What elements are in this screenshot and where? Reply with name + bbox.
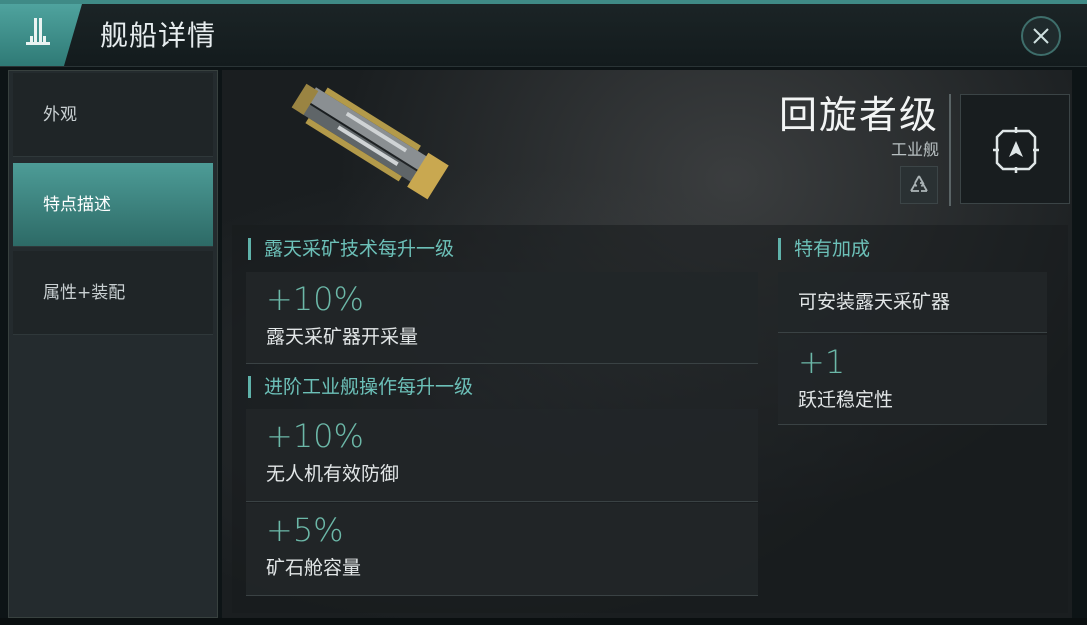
bonus-desc: 无人机有效防御 bbox=[266, 463, 400, 485]
section-title: 特有加成 bbox=[778, 238, 870, 260]
sidebar-item-label: 特点描述 bbox=[43, 195, 111, 215]
bonus-value: +1 bbox=[798, 343, 846, 381]
bonus-desc: 可安装露天采矿器 bbox=[798, 291, 951, 313]
bonus-desc: 露天采矿器开采量 bbox=[266, 326, 419, 348]
bonus-value: +10% bbox=[266, 280, 364, 318]
ship-class-icon bbox=[0, 4, 82, 66]
sidebar: 外观 特点描述 属性+装配 bbox=[8, 70, 218, 618]
bonus-desc: 矿石舱容量 bbox=[266, 557, 362, 579]
recycle-button[interactable] bbox=[900, 166, 938, 204]
bonus-card: +10% 无人机有效防御 bbox=[246, 409, 758, 502]
target-button[interactable] bbox=[960, 94, 1070, 204]
bonus-value: +5% bbox=[266, 511, 344, 549]
window-title: 舰船详情 bbox=[100, 19, 217, 52]
ship-hero: 回旋者级 工业舰 bbox=[222, 70, 1072, 225]
close-icon bbox=[1033, 28, 1049, 44]
close-button[interactable] bbox=[1021, 16, 1061, 56]
bonus-desc: 跃迁稳定性 bbox=[798, 389, 894, 411]
recycle-icon bbox=[910, 175, 928, 192]
ship-name: 回旋者级 bbox=[778, 93, 939, 137]
section-title: 露天采矿技术每升一级 bbox=[248, 238, 454, 260]
bonus-card: +1 跃迁稳定性 bbox=[778, 335, 1047, 425]
bonus-card: 可安装露天采矿器 bbox=[778, 272, 1047, 333]
ship-image bbox=[291, 83, 449, 200]
bonus-value: +10% bbox=[266, 417, 364, 455]
window-header: 舰船详情 bbox=[0, 4, 1087, 67]
main-panel: 回旋者级 工业舰 露天采矿技术每升一级 +10% 露天采矿器开采量 进阶工业舰操… bbox=[222, 70, 1072, 618]
target-icon bbox=[993, 127, 1039, 173]
divider bbox=[949, 94, 951, 206]
bonus-card: +5% 矿石舱容量 bbox=[246, 503, 758, 596]
section-title: 进阶工业舰操作每升一级 bbox=[248, 376, 473, 398]
sidebar-item-features[interactable]: 特点描述 bbox=[13, 163, 213, 247]
sidebar-item-appearance[interactable]: 外观 bbox=[13, 73, 213, 157]
bottom-bar bbox=[0, 618, 1087, 625]
bonus-content: 露天采矿技术每升一级 +10% 露天采矿器开采量 进阶工业舰操作每升一级 +10… bbox=[232, 225, 1068, 613]
sidebar-item-attributes[interactable]: 属性+装配 bbox=[13, 251, 213, 335]
bonus-card: +10% 露天采矿器开采量 bbox=[246, 272, 758, 364]
sidebar-item-label: 外观 bbox=[43, 105, 77, 125]
sidebar-item-label: 属性+装配 bbox=[43, 283, 126, 303]
ship-class-label: 工业舰 bbox=[890, 140, 939, 159]
